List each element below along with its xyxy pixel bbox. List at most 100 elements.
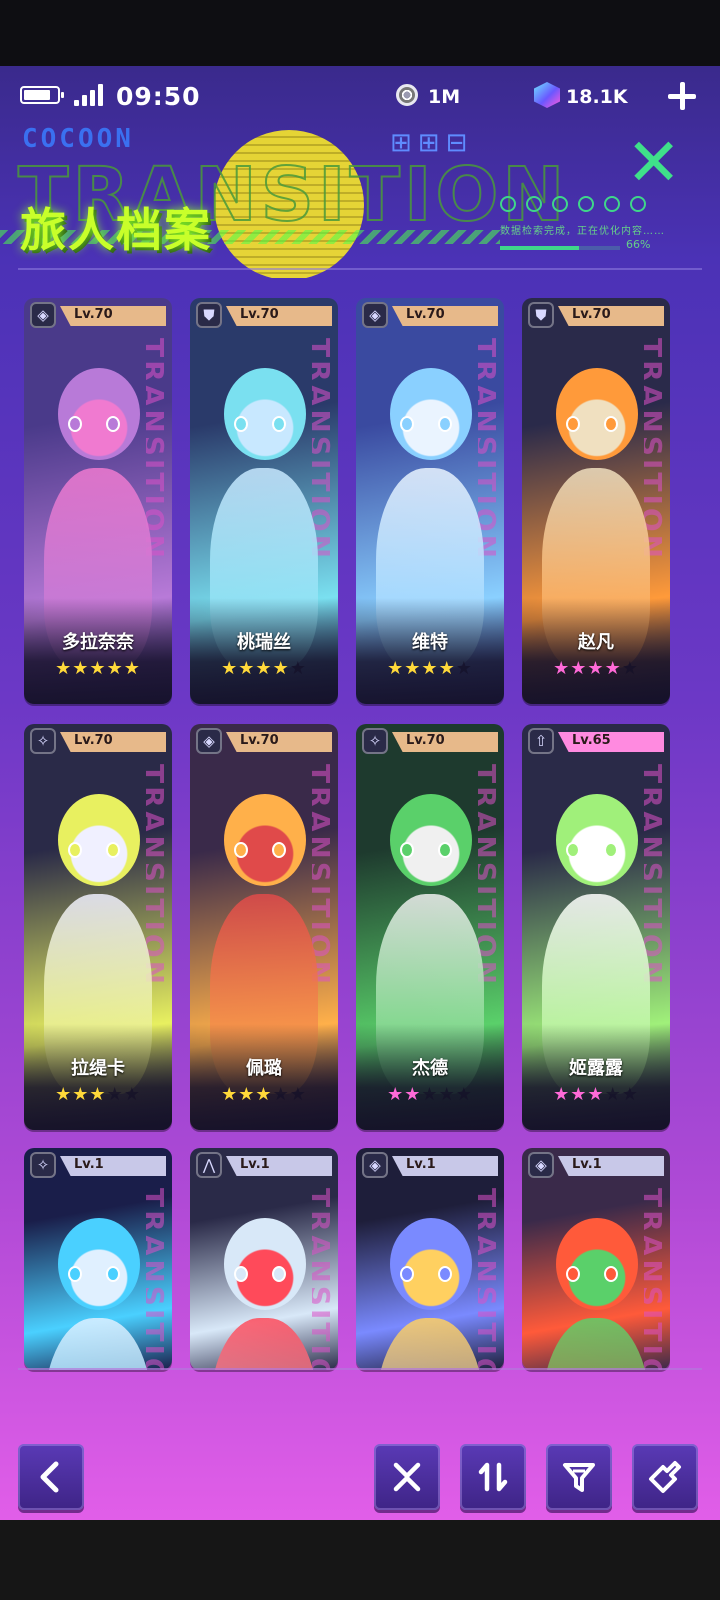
transition-watermark: TRANSITION <box>478 1188 502 1370</box>
level-badge: ◈ Lv.70 <box>356 298 504 332</box>
coin-icon <box>396 84 418 106</box>
sort-button[interactable] <box>460 1444 526 1510</box>
character-eye <box>106 416 120 432</box>
character-eye <box>566 1266 580 1282</box>
character-eye <box>400 842 414 858</box>
star-rating: ★★★★★ <box>190 658 338 679</box>
star-rating: ★★★★★ <box>522 1084 670 1105</box>
game-screen: 09:50 1M 18.1K COCOON TRANSITION 旅人档案 ⊞⊞… <box>0 0 720 1600</box>
favorite-button[interactable] <box>632 1444 698 1510</box>
character-card[interactable]: TRANSITION ⋀ Lv.1 <box>190 1148 338 1370</box>
character-eye <box>234 1266 248 1282</box>
character-eye <box>604 416 618 432</box>
class-icon: ✧ <box>30 1152 56 1178</box>
star-icon: ★ <box>604 658 622 679</box>
character-eye <box>604 1266 618 1282</box>
star-icon: ★ <box>438 1084 456 1105</box>
level-badge: ⛊ Lv.70 <box>522 298 670 332</box>
character-card[interactable]: TRANSITION ⛊ Lv.70 赵凡 ★★★★★ <box>522 298 670 704</box>
character-card[interactable]: TRANSITION ◈ Lv.1 <box>356 1148 504 1370</box>
star-icon: ★ <box>106 658 124 679</box>
character-eye <box>272 842 286 858</box>
star-rating: ★★★★★ <box>24 1084 172 1105</box>
star-icon: ★ <box>553 658 571 679</box>
level-tab: Lv.1 <box>60 1156 166 1176</box>
character-card[interactable]: TRANSITION ⇧ Lv.65 姬露露 ★★★★★ <box>522 724 670 1130</box>
character-head <box>224 368 306 460</box>
class-icon: ◈ <box>362 302 388 328</box>
coin-value: 1M <box>428 86 461 108</box>
close-filter-button[interactable] <box>374 1444 440 1510</box>
class-icon: ◈ <box>196 728 222 754</box>
sort-icon <box>478 1462 508 1492</box>
level-tab: Lv.65 <box>558 732 664 752</box>
frame-line-top <box>18 268 702 278</box>
character-card[interactable]: TRANSITION ◈ Lv.70 维特 ★★★★★ <box>356 298 504 704</box>
star-icon: ★ <box>221 1084 239 1105</box>
level-tab: Lv.70 <box>392 732 498 752</box>
filter-button[interactable] <box>546 1444 612 1510</box>
star-icon: ★ <box>123 658 141 679</box>
star-rating: ★★★★★ <box>24 658 172 679</box>
clock: 09:50 <box>116 82 201 111</box>
star-icon: ★ <box>289 658 307 679</box>
character-eye <box>400 1266 414 1282</box>
character-name: 姬露露 <box>569 1058 623 1079</box>
signal-icon <box>74 84 103 106</box>
level-badge: ◈ Lv.1 <box>356 1148 504 1182</box>
character-name: 桃瑞丝 <box>237 632 291 653</box>
star-icon: ★ <box>404 1084 422 1105</box>
level-badge: ✧ Lv.1 <box>24 1148 172 1182</box>
character-head <box>58 1218 140 1310</box>
glyph-icon: ⊞⊞⊟ <box>390 128 474 158</box>
star-icon: ★ <box>570 1084 588 1105</box>
star-icon: ★ <box>289 1084 307 1105</box>
star-icon: ★ <box>72 1084 90 1105</box>
character-head <box>58 368 140 460</box>
character-card[interactable]: TRANSITION ◈ Lv.1 <box>522 1148 670 1370</box>
character-eye <box>106 842 120 858</box>
star-icon: ★ <box>587 1084 605 1105</box>
loading-percent: 66% <box>626 238 651 251</box>
chevron-left-icon <box>40 1461 59 1493</box>
class-icon: ⛊ <box>196 302 222 328</box>
star-rating: ★★★★★ <box>356 658 504 679</box>
loading-bar <box>500 246 620 250</box>
character-eye <box>604 842 618 858</box>
level-tab: Lv.1 <box>558 1156 664 1176</box>
add-currency-button[interactable] <box>664 78 700 114</box>
level-badge: ◈ Lv.70 <box>190 724 338 758</box>
gem-value: 18.1K <box>566 86 628 108</box>
class-icon: ◈ <box>362 1152 388 1178</box>
star-icon: ★ <box>221 658 239 679</box>
battery-icon <box>20 86 64 104</box>
character-eye <box>438 842 452 858</box>
character-card[interactable]: TRANSITION ◈ Lv.70 多拉奈奈 ★★★★★ <box>24 298 172 704</box>
class-icon: ⇧ <box>528 728 554 754</box>
star-rating: ★★★★★ <box>190 1084 338 1105</box>
frame-line-bottom <box>18 1360 702 1370</box>
character-card[interactable]: TRANSITION ◈ Lv.70 佩璐 ★★★★★ <box>190 724 338 1130</box>
character-card[interactable]: TRANSITION ✧ Lv.70 拉缇卡 ★★★★★ <box>24 724 172 1130</box>
star-icon: ★ <box>106 1084 124 1105</box>
level-label: Lv.70 <box>240 307 279 322</box>
dots-decor <box>500 196 656 216</box>
character-card[interactable]: TRANSITION ✧ Lv.1 <box>24 1148 172 1370</box>
level-tab: Lv.70 <box>60 732 166 752</box>
character-card[interactable]: TRANSITION ✧ Lv.70 杰德 ★★★★★ <box>356 724 504 1130</box>
level-label: Lv.1 <box>240 1157 270 1172</box>
character-name: 赵凡 <box>578 632 614 653</box>
character-eye <box>234 416 248 432</box>
level-tab: Lv.70 <box>60 306 166 326</box>
star-icon: ★ <box>55 658 73 679</box>
class-icon: ⋀ <box>196 1152 222 1178</box>
star-icon: ★ <box>272 1084 290 1105</box>
character-eye <box>438 1266 452 1282</box>
character-name: 杰德 <box>412 1058 448 1079</box>
character-eye <box>68 416 82 432</box>
level-tab: Lv.70 <box>392 306 498 326</box>
star-icon: ★ <box>387 1084 405 1105</box>
character-card[interactable]: TRANSITION ⛊ Lv.70 桃瑞丝 ★★★★★ <box>190 298 338 704</box>
back-button[interactable] <box>18 1444 84 1510</box>
level-tab: Lv.70 <box>226 306 332 326</box>
